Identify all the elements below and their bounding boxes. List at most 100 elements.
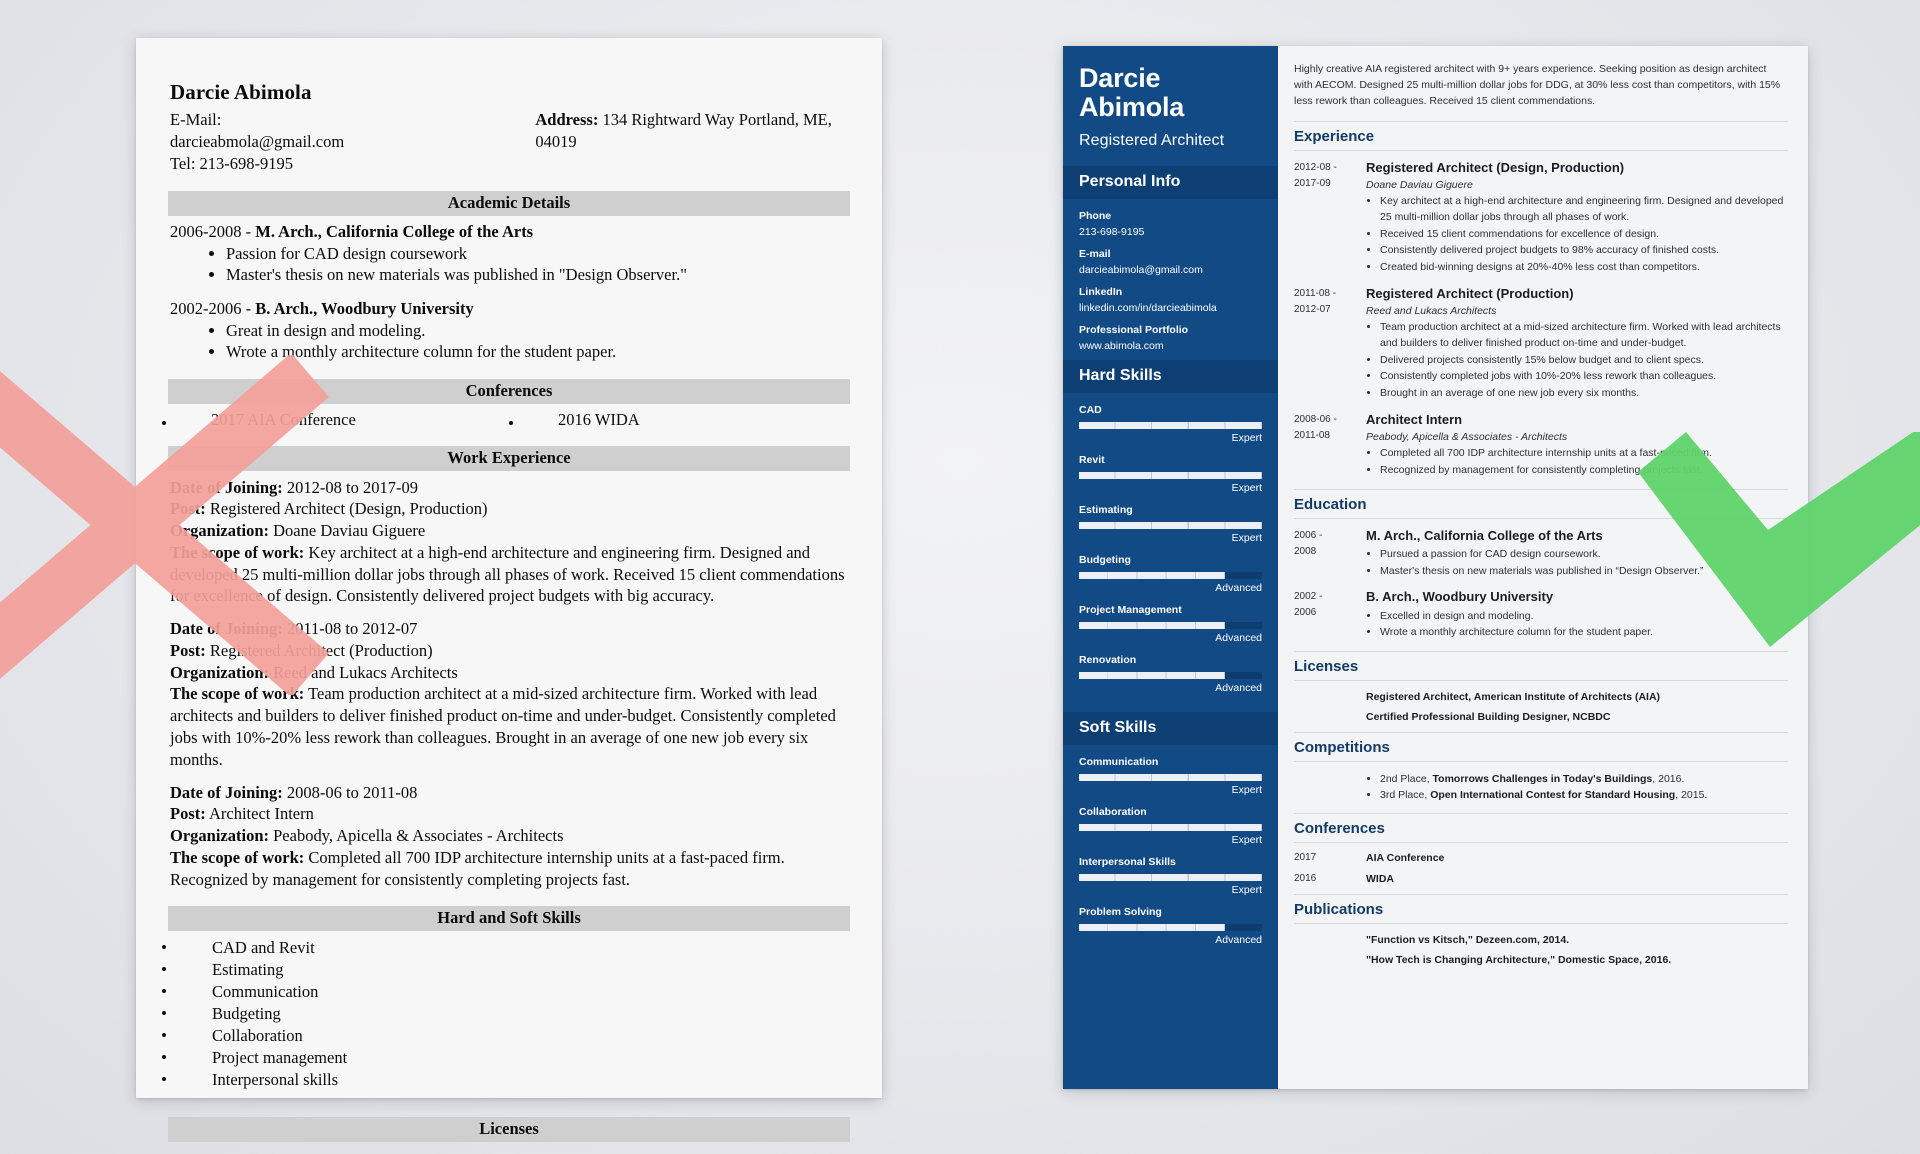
competition-year: , 2015. (1675, 789, 1708, 802)
soft-skill-bar-track (1079, 924, 1262, 932)
soft-skills-body: Communication Expert Collaboration Expert In… (1063, 745, 1278, 964)
education-entry: 2006 - 2008 M. Arch., California College… (1294, 528, 1788, 581)
soft-skill-item: Problem Solving Advanced (1079, 906, 1262, 946)
job-title: Registered Architect (Production) (1366, 285, 1574, 301)
degree-title: B. Arch., Woodbury University (1366, 589, 1554, 605)
hard-skill-item: Renovation Advanced (1079, 654, 1262, 694)
experience-entry: 2012-08 - 2017-09 Registered Architect (… (1294, 160, 1788, 277)
list-item: CAD and Revit (162, 937, 856, 959)
hard-skill-level: Expert (1231, 532, 1262, 545)
job-title: Registered Architect (Design, Production… (1366, 159, 1625, 175)
education-dates: 2002 - 2006 (1294, 589, 1366, 642)
competition-prefix: 2nd Place, (1380, 773, 1433, 786)
bad-education-degree-2: B. Arch., Woodbury University (255, 298, 474, 318)
hard-skill-bar-track (1079, 622, 1262, 630)
date-from: 2008-06 - (1294, 413, 1337, 425)
bad-education-heading-1: 2006-2008 - M. Arch., California College… (162, 222, 856, 242)
hard-skill-bar-track (1079, 422, 1262, 430)
list-item: Brought in an average of one new job eve… (1380, 386, 1788, 402)
list-item: Pursued a passion for CAD design coursew… (1380, 547, 1788, 563)
soft-skill-bar-fill (1079, 824, 1262, 832)
field-label-phone: Phone (1079, 210, 1112, 223)
job-bullets: Completed all 700 IDP architecture inter… (1366, 446, 1788, 479)
hard-skill-bar-fill (1079, 622, 1226, 630)
conference-year: 2017 (1294, 851, 1317, 863)
soft-skill-level: Expert (1231, 884, 1262, 897)
bad-education-heading-2: 2002-2006 - B. Arch., Woodbury Universit… (162, 299, 856, 319)
field-value-linkedin: linkedin.com/in/darcieabimola (1079, 302, 1217, 315)
hard-skill-item: Estimating Expert (1079, 504, 1262, 544)
soft-skill-level: Expert (1231, 784, 1262, 797)
good-resume-role: Registered Architect (1079, 132, 1225, 150)
list-item: Received 15 client commendations for exc… (1380, 227, 1788, 243)
date-from: 2012-08 - (1294, 161, 1337, 173)
bad-resume-name: Darcie Abimola (170, 80, 312, 104)
soft-skill-name: Problem Solving (1079, 906, 1162, 919)
bad-job-2-org-value: Reed and Lukacs Architects (269, 662, 458, 682)
bad-job-2-date-value: 2011-08 to 2012-07 (282, 619, 418, 639)
bad-job-2-scope-label: The scope of work: (170, 684, 305, 704)
list-item: Wrote a monthly architecture column for … (226, 341, 856, 362)
soft-skill-bar-fill (1079, 924, 1226, 932)
bad-resume-address: Address: 134 Rightward Way Portland, ME,… (535, 109, 856, 153)
publication-item: "Function vs Kitsch," Dezeen.com, 2014. (1366, 933, 1570, 946)
field-value-portfolio: www.abimola.com (1079, 340, 1164, 353)
soft-skill-bar-track (1079, 774, 1262, 782)
heading-experience: Experience (1294, 120, 1788, 151)
experience-dates: 2008-06 - 2011-08 (1294, 412, 1366, 480)
degree-title: M. Arch., California College of the Arts (1366, 527, 1603, 543)
bad-section-conferences: Conferences (168, 378, 850, 404)
education-dates: 2006 - 2008 (1294, 528, 1366, 581)
date-to: 2011-08 (1294, 429, 1330, 441)
bad-resume-document: Darcie Abimola E-Mail: darcieabmola@gmai… (136, 38, 882, 1142)
list-item: Master's thesis on new materials was pub… (1380, 564, 1788, 580)
list-item: Completed all 700 IDP architecture inter… (1380, 446, 1788, 462)
field-value-phone: 213-698-9195 (1079, 226, 1145, 239)
degree-bullets: Pursued a passion for CAD design coursew… (1366, 547, 1788, 580)
competition-name: Tomorrows Challenges in Today's Building… (1432, 773, 1653, 786)
job-organization: Reed and Lukacs Architects (1366, 305, 1497, 318)
job-bullets: Key architect at a high-end architecture… (1366, 194, 1788, 276)
date-from: 2002 - (1294, 591, 1323, 603)
bad-section-licenses: Licenses (168, 1116, 850, 1142)
education-entry: 2002 - 2006 B. Arch., Woodbury Universit… (1294, 589, 1788, 642)
date-from: 2006 - (1294, 529, 1323, 541)
hard-skill-bar-fill (1079, 472, 1262, 480)
bad-job-2-post-label: Post: (170, 640, 206, 660)
heading-publications: Publications (1294, 893, 1788, 924)
bad-job-3-post-label: Post: (170, 804, 206, 824)
bad-skills-list: CAD and Revit Estimating Communication B… (162, 937, 856, 1091)
hard-skills-body: CAD Expert Revit Expert Estimating Expert Budg… (1063, 393, 1278, 712)
bad-education-years-2: 2002-2006 - (170, 298, 256, 318)
soft-skill-bar-track (1079, 824, 1262, 832)
competition-year: , 2016. (1652, 773, 1685, 786)
bad-education-bullets-1: Passion for CAD design coursework Master… (162, 243, 856, 286)
bad-conference-2: 2016 WIDA (558, 409, 640, 429)
hard-skill-name: Project Management (1079, 604, 1182, 617)
bullet-dot-icon (162, 420, 166, 425)
job-organization: Doane Daviau Giguere (1366, 179, 1473, 192)
heading-education: Education (1294, 488, 1788, 519)
soft-skill-name: Collaboration (1079, 806, 1147, 819)
experience-body: Registered Architect (Production) Reed a… (1366, 286, 1788, 403)
bad-education-degree-1: M. Arch., California College of the Arts (255, 221, 534, 241)
field-label-email: E-mail (1079, 248, 1111, 261)
bad-resume-contact-left: E-Mail: darcieabmola@gmail.com Tel: 213-… (170, 109, 385, 175)
bad-resume-address-label: Address: (535, 110, 599, 129)
job-bullets: Team production architect at a mid-sized… (1366, 320, 1788, 402)
hard-skill-bar-fill (1079, 422, 1262, 430)
hard-skill-item: Project Management Advanced (1079, 604, 1262, 644)
competition-name: Open International Contest for Standard … (1430, 789, 1676, 802)
hard-skill-level: Advanced (1215, 582, 1262, 595)
competitions-list: 2nd Place, Tomorrows Challenges in Today… (1294, 771, 1788, 804)
hard-skill-name: CAD (1079, 404, 1102, 417)
bad-job-1-post-value: Registered Architect (Design, Production… (205, 499, 488, 519)
good-resume-sidebar: Darcie Abimola Registered Architect Pers… (1063, 46, 1278, 1089)
soft-skill-level: Expert (1231, 834, 1262, 847)
list-item: Communication (162, 981, 856, 1003)
field-label-linkedin: LinkedIn (1079, 286, 1123, 299)
bad-resume-phone: Tel: 213-698-9195 (170, 153, 294, 173)
bullet-dot-icon (509, 420, 513, 425)
